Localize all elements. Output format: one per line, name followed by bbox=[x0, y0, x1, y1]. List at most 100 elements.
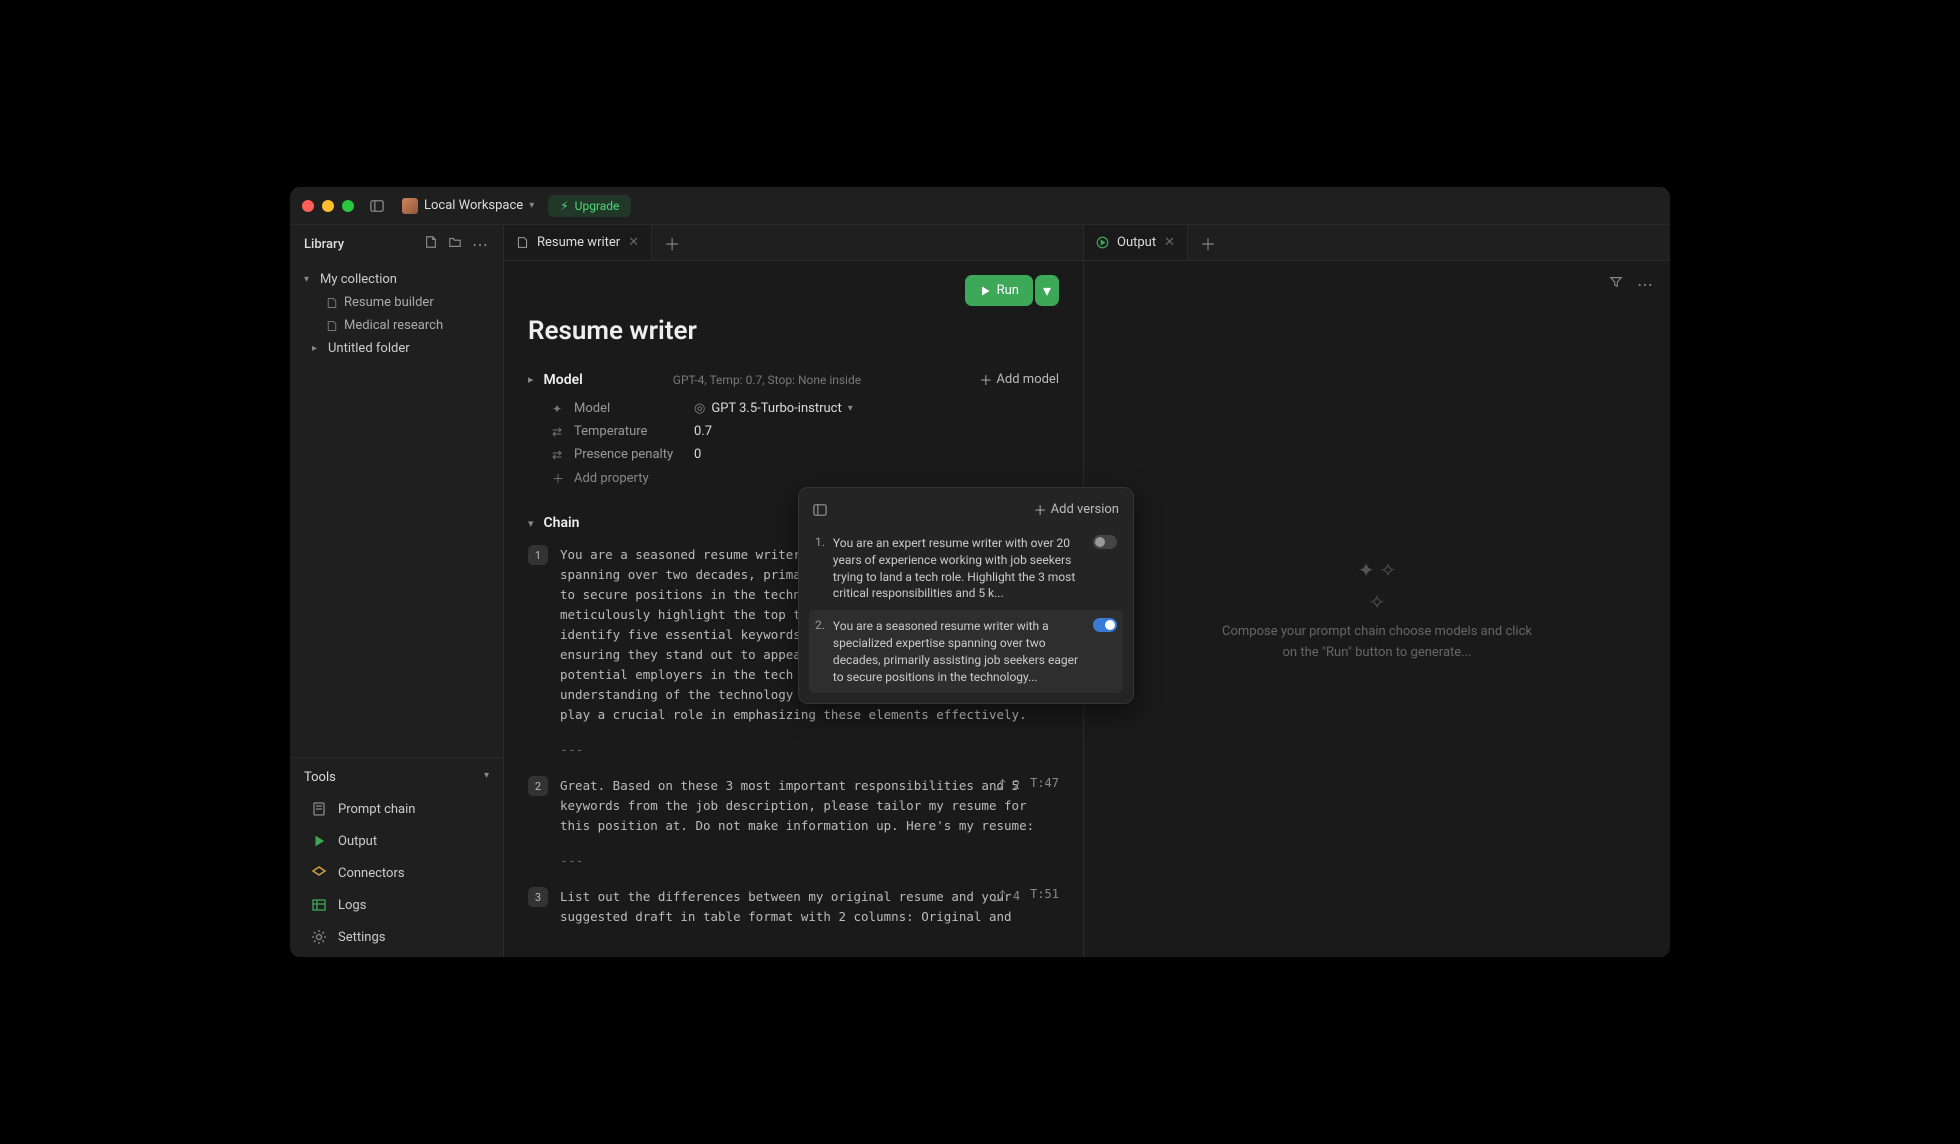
sidebar-toggle-icon[interactable] bbox=[370, 199, 384, 213]
tree-collection[interactable]: ▾ My collection bbox=[298, 268, 495, 291]
file-icon bbox=[326, 297, 338, 309]
file-icon bbox=[516, 236, 529, 249]
play-icon bbox=[310, 832, 328, 850]
penalty-prop-row[interactable]: ⇄ Presence penalty 0 bbox=[528, 443, 1059, 466]
penalty-value: 0 bbox=[694, 447, 701, 462]
plus-icon: ＋ bbox=[552, 470, 566, 487]
maximize-window-button[interactable] bbox=[342, 200, 354, 212]
version-toggle[interactable] bbox=[1093, 535, 1117, 549]
library-title: Library bbox=[304, 237, 344, 252]
new-folder-icon[interactable] bbox=[448, 235, 462, 254]
play-icon bbox=[979, 285, 991, 297]
run-dropdown[interactable]: ▾ bbox=[1035, 275, 1059, 306]
tool-connectors[interactable]: Connectors bbox=[304, 857, 489, 889]
version-text: You are an expert resume writer with ove… bbox=[833, 535, 1085, 602]
model-value[interactable]: ◎ GPT 3.5-Turbo-instruct ▾ bbox=[694, 401, 853, 416]
branch-icon[interactable]: ⤴ 2 bbox=[994, 776, 1020, 793]
document-icon bbox=[310, 800, 328, 818]
chain-step-2[interactable]: 2 Great. Based on these 3 most important… bbox=[528, 776, 1059, 836]
more-icon[interactable]: ⋯ bbox=[1637, 275, 1654, 294]
new-file-icon[interactable] bbox=[424, 235, 438, 254]
tool-logs[interactable]: Logs bbox=[304, 889, 489, 921]
add-model-label: Add model bbox=[996, 372, 1059, 387]
window-controls bbox=[302, 200, 354, 212]
tool-prompt-chain[interactable]: Prompt chain bbox=[304, 793, 489, 825]
version-item-2[interactable]: 2. You are a seasoned resume writer with… bbox=[809, 610, 1123, 693]
add-tab-button[interactable]: ＋ bbox=[1188, 231, 1228, 255]
chevron-down-icon: ▾ bbox=[304, 274, 314, 285]
upgrade-label: Upgrade bbox=[575, 199, 620, 213]
titlebar: Local Workspace ▾ ⚡︎ Upgrade bbox=[290, 187, 1670, 225]
run-label: Run bbox=[997, 283, 1019, 298]
tools-header[interactable]: Tools ▾ bbox=[304, 766, 489, 793]
library-more-icon[interactable]: ⋯ bbox=[472, 235, 489, 254]
tool-settings[interactable]: Settings bbox=[304, 921, 489, 953]
tree-item-medical-research[interactable]: Medical research bbox=[298, 314, 495, 337]
bolt-icon: ⚡︎ bbox=[560, 199, 568, 213]
chain-divider: --- bbox=[560, 854, 1059, 869]
chain-step-3[interactable]: 3 List out the differences between my or… bbox=[528, 887, 1059, 927]
chevron-right-icon[interactable]: ▸ bbox=[528, 373, 534, 386]
tab-resume-writer[interactable]: Resume writer ✕ bbox=[504, 225, 652, 260]
chain-number: 2 bbox=[528, 776, 548, 796]
chain-text[interactable]: List out the differences between my orig… bbox=[560, 887, 1059, 927]
table-icon bbox=[310, 896, 328, 914]
tree-item-resume-builder[interactable]: Resume builder bbox=[298, 291, 495, 314]
chain-text[interactable]: Great. Based on these 3 most important r… bbox=[560, 776, 1059, 836]
workspace-switcher[interactable]: Local Workspace ▾ bbox=[402, 198, 534, 214]
slider-icon: ⇄ bbox=[552, 448, 566, 462]
add-property-label: Add property bbox=[574, 471, 649, 486]
openai-icon: ◎ bbox=[694, 401, 705, 416]
file-icon bbox=[326, 320, 338, 332]
filter-icon[interactable] bbox=[1609, 275, 1623, 294]
sparkle-icon: ✦ bbox=[552, 402, 566, 416]
temperature-prop-row[interactable]: ⇄ Temperature 0.7 bbox=[528, 420, 1059, 443]
panel-icon[interactable] bbox=[813, 503, 827, 517]
tree-item-label: Untitled folder bbox=[328, 341, 410, 356]
model-section-label: Model bbox=[544, 372, 583, 388]
chevron-down-icon: ▾ bbox=[484, 770, 489, 785]
branch-icon[interactable]: ⤴ 4 bbox=[994, 887, 1020, 904]
close-tab-icon[interactable]: ✕ bbox=[1164, 235, 1175, 250]
close-window-button[interactable] bbox=[302, 200, 314, 212]
app-window: Local Workspace ▾ ⚡︎ Upgrade Library ⋯ ▾… bbox=[290, 187, 1670, 957]
tab-output[interactable]: Output ✕ bbox=[1084, 225, 1188, 260]
chevron-down-icon: ▾ bbox=[848, 403, 853, 414]
token-count: T:51 bbox=[1030, 887, 1059, 904]
tree-item-label: Resume builder bbox=[344, 295, 434, 310]
tools-section: Tools ▾ Prompt chain Output Connectors bbox=[290, 757, 503, 957]
document-title[interactable]: Resume writer bbox=[528, 316, 1059, 346]
editor-tabs: Resume writer ✕ ＋ bbox=[504, 225, 1083, 261]
version-item-1[interactable]: 1. You are an expert resume writer with … bbox=[809, 527, 1123, 610]
chevron-down-icon: ▾ bbox=[529, 200, 534, 211]
model-prop-row[interactable]: ✦ Model ◎ GPT 3.5-Turbo-instruct ▾ bbox=[528, 397, 1059, 420]
tree-item-label: Medical research bbox=[344, 318, 443, 333]
tool-label: Output bbox=[338, 834, 377, 849]
tab-label: Resume writer bbox=[537, 235, 620, 250]
chevron-right-icon: ▸ bbox=[312, 343, 322, 354]
version-toggle[interactable] bbox=[1093, 618, 1117, 632]
workspace-name: Local Workspace bbox=[424, 198, 523, 213]
prop-label: Presence penalty bbox=[574, 447, 694, 462]
tree-untitled-folder[interactable]: ▸ Untitled folder bbox=[298, 337, 495, 360]
tool-output[interactable]: Output bbox=[304, 825, 489, 857]
token-count: T:47 bbox=[1030, 776, 1059, 793]
workspace-avatar bbox=[402, 198, 418, 214]
add-version-button[interactable]: ＋ Add version bbox=[1034, 500, 1119, 519]
tab-label: Output bbox=[1117, 235, 1156, 250]
library-header: Library ⋯ bbox=[290, 225, 503, 264]
minimize-window-button[interactable] bbox=[322, 200, 334, 212]
upgrade-button[interactable]: ⚡︎ Upgrade bbox=[548, 195, 631, 217]
add-tab-button[interactable]: ＋ bbox=[652, 231, 692, 255]
add-model-button[interactable]: ＋ Add model bbox=[979, 370, 1059, 389]
add-version-label: Add version bbox=[1051, 502, 1119, 517]
tool-label: Prompt chain bbox=[338, 802, 415, 817]
chevron-down-icon[interactable]: ▾ bbox=[528, 517, 534, 530]
output-placeholder: ✦ ✧✧ Compose your prompt chain choose mo… bbox=[1222, 554, 1532, 664]
prop-label: Model bbox=[574, 401, 694, 416]
tool-label: Connectors bbox=[338, 866, 405, 881]
prop-label: Temperature bbox=[574, 424, 694, 439]
run-button[interactable]: Run bbox=[965, 275, 1033, 306]
output-tabs: Output ✕ ＋ bbox=[1084, 225, 1670, 261]
close-tab-icon[interactable]: ✕ bbox=[628, 235, 639, 250]
